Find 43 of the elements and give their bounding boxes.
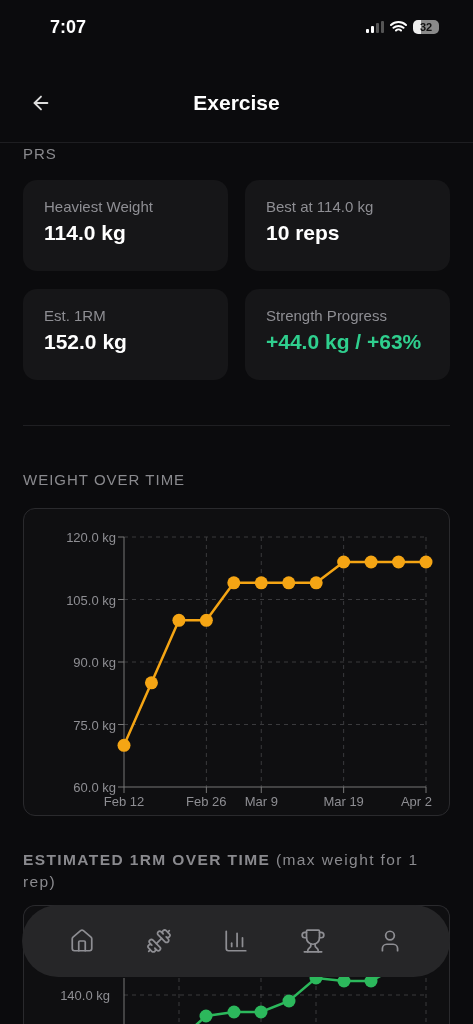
axis-label: Mar 19 bbox=[323, 794, 364, 809]
axis-label: 105.0 kg bbox=[66, 592, 116, 608]
axis-label: 75.0 kg bbox=[73, 717, 116, 733]
signal-icon bbox=[366, 21, 384, 33]
data-point bbox=[392, 555, 406, 569]
section-title: ESTIMATED 1RM OVER TIME (max weight for 1 rep) bbox=[22, 850, 420, 892]
stat-value: 114.0 kg bbox=[44, 221, 127, 245]
wifi-icon bbox=[390, 21, 407, 33]
stat-label: Best at 114.0 kg bbox=[266, 198, 375, 215]
axis-label: Apr 2 bbox=[400, 794, 432, 809]
dumbbell-icon[interactable] bbox=[146, 928, 173, 954]
status-time: 7:07 bbox=[50, 16, 87, 38]
section-title: PRS bbox=[22, 145, 58, 162]
y-axis bbox=[123, 977, 125, 1024]
section-title: WEIGHT OVER TIME bbox=[22, 471, 187, 488]
trophy-icon[interactable] bbox=[299, 928, 326, 954]
stat-label: Heaviest Weight bbox=[44, 198, 154, 215]
data-point bbox=[117, 738, 131, 752]
data-point bbox=[199, 613, 213, 627]
stat-value: 152.0 kg bbox=[44, 330, 128, 354]
data-point bbox=[419, 555, 433, 569]
data-point bbox=[282, 576, 296, 590]
data-point bbox=[309, 576, 323, 590]
data-point bbox=[364, 555, 378, 569]
axis-label: 60.0 kg bbox=[73, 780, 116, 795]
screen-title: Exercise bbox=[193, 91, 280, 115]
axis-label: 120.0 kg bbox=[66, 530, 116, 545]
home-icon[interactable] bbox=[69, 928, 96, 954]
bar-chart-icon[interactable] bbox=[223, 928, 249, 954]
stat-label: Strength Progress bbox=[266, 307, 388, 324]
stat-value: 10 reps bbox=[266, 221, 341, 245]
axis-label: Feb 12 bbox=[103, 794, 145, 809]
stat-value: +44.0 kg / +63% bbox=[266, 330, 423, 354]
stat-label: Est. 1RM bbox=[44, 307, 107, 324]
data-point bbox=[254, 576, 268, 590]
axis-label: 90.0 kg bbox=[73, 655, 116, 670]
data-point bbox=[172, 613, 186, 627]
axis-label: 140.0 kg bbox=[60, 988, 110, 1003]
axis-label: Feb 26 bbox=[186, 794, 227, 809]
data-point bbox=[337, 555, 351, 569]
axis-label: Mar 9 bbox=[244, 794, 278, 809]
data-point bbox=[227, 576, 241, 590]
data-point bbox=[144, 676, 158, 690]
